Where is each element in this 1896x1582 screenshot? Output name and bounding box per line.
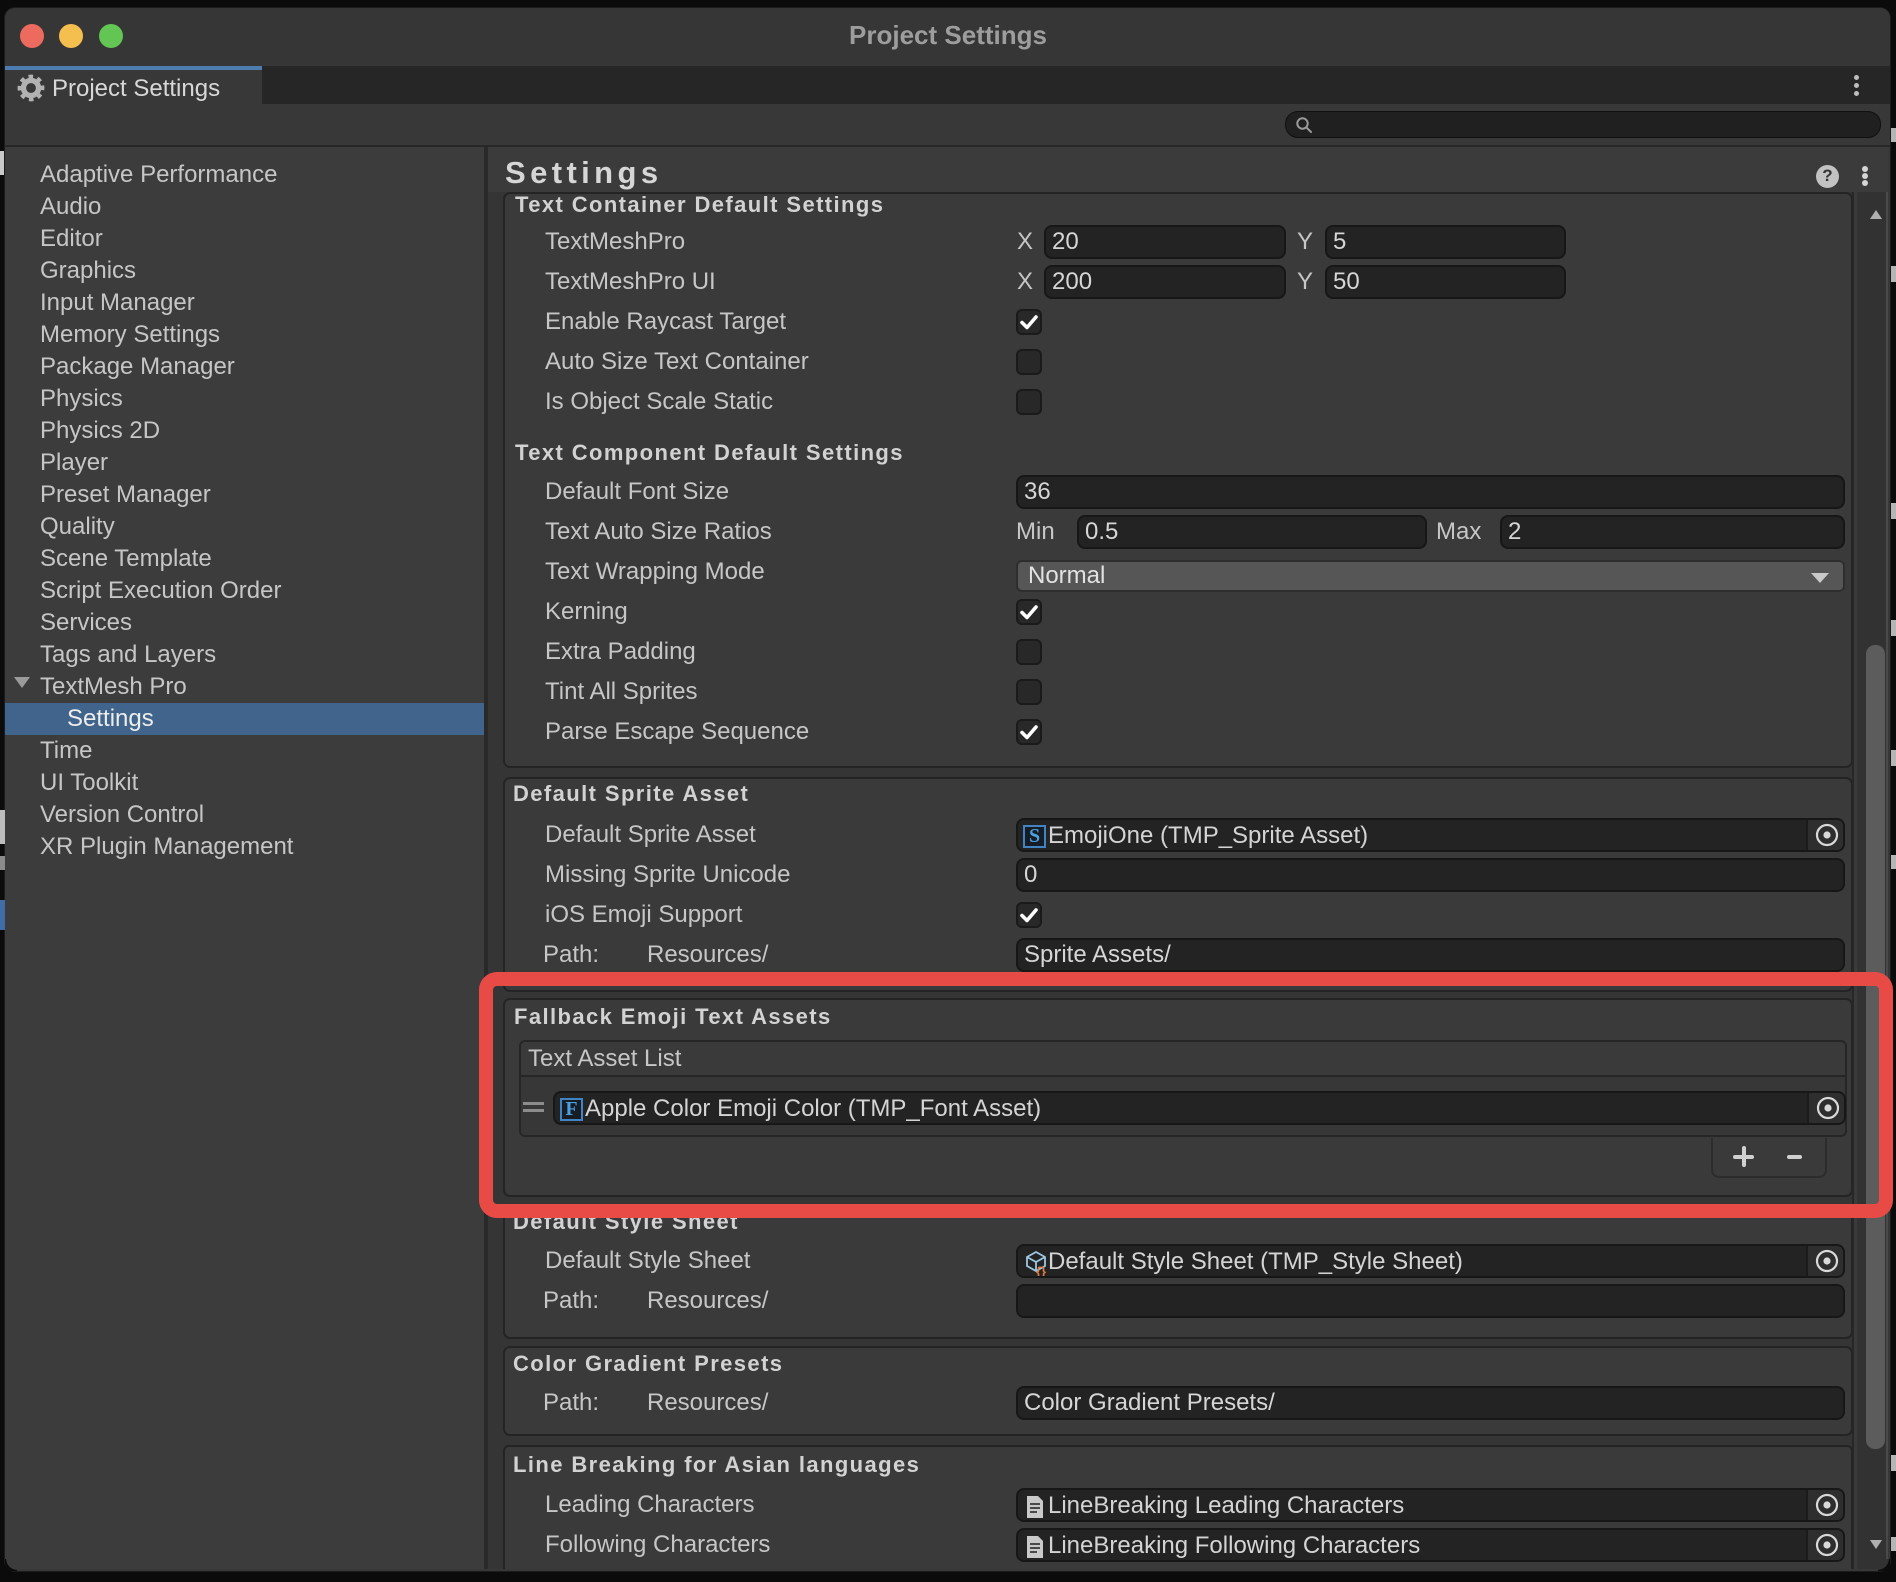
svg-text:{}: {} — [1036, 1264, 1046, 1277]
